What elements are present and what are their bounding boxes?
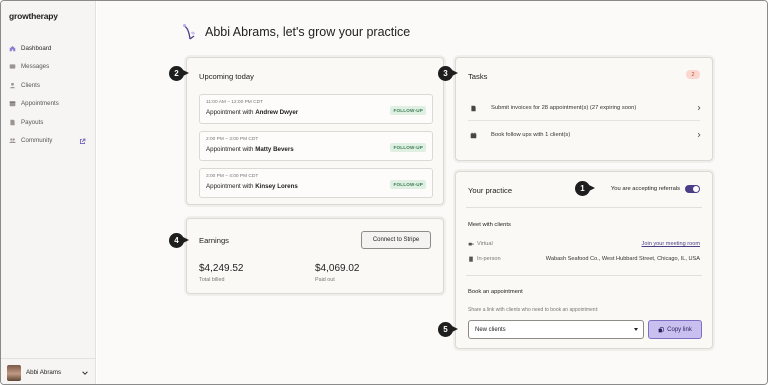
chevron-right-icon — [697, 105, 701, 111]
task-count-badge: 2 — [686, 70, 700, 79]
callout-2: 2 — [169, 66, 189, 81]
appointment-time: 3:00 PM – 4:00 PM CDT — [206, 174, 259, 179]
in-person-row: In-person Wabash Seafood Co., West Hubba… — [468, 254, 700, 264]
appointment-with: Appointment with Andrew Dwyer — [206, 109, 298, 116]
caret-down-icon — [634, 328, 638, 331]
app-window: growtherapy Dashboard Messages Clients A… — [0, 0, 768, 385]
page-header: Abbi Abrams, let's grow your practice — [181, 23, 410, 41]
in-person-label: In-person — [477, 256, 501, 262]
sidebar-item-appointments[interactable]: Appointments — [1, 95, 96, 114]
user-menu[interactable]: Abbi Abrams — [1, 358, 96, 384]
virtual-row: Virtual Join your meeting room — [468, 239, 700, 249]
appointment-prefix: Appointment with — [206, 146, 256, 153]
appointment-prefix: Appointment with — [206, 183, 256, 190]
total-billed-label: Total billed — [199, 277, 225, 283]
callout-4: 4 — [169, 233, 189, 248]
sidebar: growtherapy Dashboard Messages Clients A… — [1, 1, 96, 384]
client-name: Kinsey Lorens — [255, 183, 298, 190]
chevron-right-icon — [697, 132, 701, 138]
in-person-address: Wabash Seafood Co., West Hubbard Street,… — [545, 256, 700, 262]
video-icon — [468, 242, 474, 246]
callout-5: 5 — [438, 322, 458, 337]
sidebar-item-label: Payouts — [21, 118, 44, 126]
join-meeting-room-link[interactable]: Join your meeting room — [642, 241, 700, 247]
divider — [466, 275, 702, 276]
callout-1: 1 — [575, 181, 595, 196]
client-name: Andrew Dwyer — [255, 109, 299, 116]
paid-out-label: Paid out — [315, 277, 335, 283]
appointment-item[interactable]: 11:00 AM – 12:00 PM CDT Appointment with… — [199, 94, 433, 124]
appointment-time: 2:00 PM – 3:00 PM CDT — [206, 137, 259, 142]
earnings-title: Earnings — [199, 236, 229, 245]
task-label: Submit invoices for 28 appointment(s) (2… — [491, 105, 637, 111]
sidebar-item-clients[interactable]: Clients — [1, 76, 96, 95]
practice-title: Your practice — [468, 186, 513, 195]
person-icon — [9, 82, 16, 89]
book-appointment-hint: Share a link with clients who need to bo… — [468, 307, 599, 313]
sprout-icon — [183, 24, 195, 40]
client-name: Matty Bevers — [255, 146, 294, 153]
meet-clients-title: Meet with clients — [468, 222, 511, 228]
accepting-referrals-label: You are accepting referrals — [610, 186, 680, 192]
appointment-prefix: Appointment with — [206, 109, 256, 116]
book-appointment-title: Book an appointment — [468, 289, 523, 295]
connect-stripe-button[interactable]: Connect to Stripe — [361, 231, 431, 249]
client-type-value: New clients — [475, 326, 506, 333]
external-link-icon — [79, 138, 86, 145]
task-divider — [468, 120, 700, 121]
appointment-with: Appointment with Matty Bevers — [206, 146, 294, 153]
client-type-select[interactable]: New clients — [468, 320, 644, 339]
chevron-down-icon — [82, 370, 88, 375]
virtual-label: Virtual — [477, 241, 493, 247]
sidebar-nav: Dashboard Messages Clients Appointments — [1, 39, 96, 150]
building-icon — [469, 256, 473, 262]
home-icon — [9, 45, 16, 52]
follow-up-badge: FOLLOW-UP — [390, 180, 426, 189]
avatar — [7, 364, 21, 381]
copy-link-button[interactable]: Copy link — [648, 320, 702, 339]
sidebar-item-label: Community — [21, 137, 53, 145]
tasks-card: Tasks 2 Submit invoices for 28 appointme… — [455, 57, 713, 161]
appointment-time: 11:00 AM – 12:00 PM CDT — [206, 100, 263, 105]
total-billed-amount: $4,249.52 — [199, 263, 244, 274]
invoice-icon — [471, 105, 476, 111]
people-icon — [9, 137, 16, 144]
copy-link-label: Copy link — [667, 326, 692, 333]
sidebar-item-payouts[interactable]: Payouts — [1, 113, 96, 132]
appointment-item[interactable]: 2:00 PM – 3:00 PM CDT Appointment with M… — [199, 131, 433, 161]
practice-card: Your practice You are accepting referral… — [455, 171, 713, 349]
calendar-icon — [470, 132, 477, 138]
page-title: Abbi Abrams, let's grow your practice — [205, 25, 411, 39]
calendar-icon — [9, 100, 16, 107]
divider — [466, 207, 702, 208]
logo[interactable]: growtherapy — [9, 11, 58, 21]
document-icon — [9, 119, 16, 126]
message-icon — [9, 63, 16, 70]
upcoming-card: Upcoming today 11:00 AM – 12:00 PM CDT A… — [186, 57, 444, 205]
sidebar-item-messages[interactable]: Messages — [1, 58, 96, 77]
follow-up-badge: FOLLOW-UP — [390, 106, 426, 115]
paid-out-amount: $4,069.02 — [315, 263, 360, 274]
task-item[interactable]: Book follow ups with 1 client(s) — [470, 128, 702, 142]
earnings-card: Earnings Connect to Stripe $4,249.52 Tot… — [186, 218, 444, 294]
follow-up-badge: FOLLOW-UP — [390, 143, 426, 152]
tasks-title: Tasks — [468, 72, 488, 81]
appointment-item[interactable]: 3:00 PM – 4:00 PM CDT Appointment with K… — [199, 168, 433, 198]
task-label: Book follow ups with 1 client(s) — [491, 132, 571, 138]
sidebar-item-dashboard[interactable]: Dashboard — [1, 39, 96, 58]
sidebar-item-label: Clients — [21, 81, 40, 89]
sidebar-item-label: Appointments — [21, 100, 59, 108]
task-item[interactable]: Submit invoices for 28 appointment(s) (2… — [470, 101, 702, 115]
sidebar-item-label: Dashboard — [21, 44, 52, 52]
callout-3: 3 — [438, 66, 458, 81]
user-name: Abbi Abrams — [26, 369, 62, 376]
sidebar-item-community[interactable]: Community — [1, 132, 96, 151]
accepting-referrals-toggle[interactable] — [685, 185, 700, 193]
sidebar-item-label: Messages — [21, 63, 50, 71]
main-content: Abbi Abrams, let's grow your practice Up… — [97, 1, 767, 384]
copy-icon — [658, 326, 664, 332]
appointment-with: Appointment with Kinsey Lorens — [206, 183, 298, 190]
upcoming-title: Upcoming today — [199, 72, 254, 81]
